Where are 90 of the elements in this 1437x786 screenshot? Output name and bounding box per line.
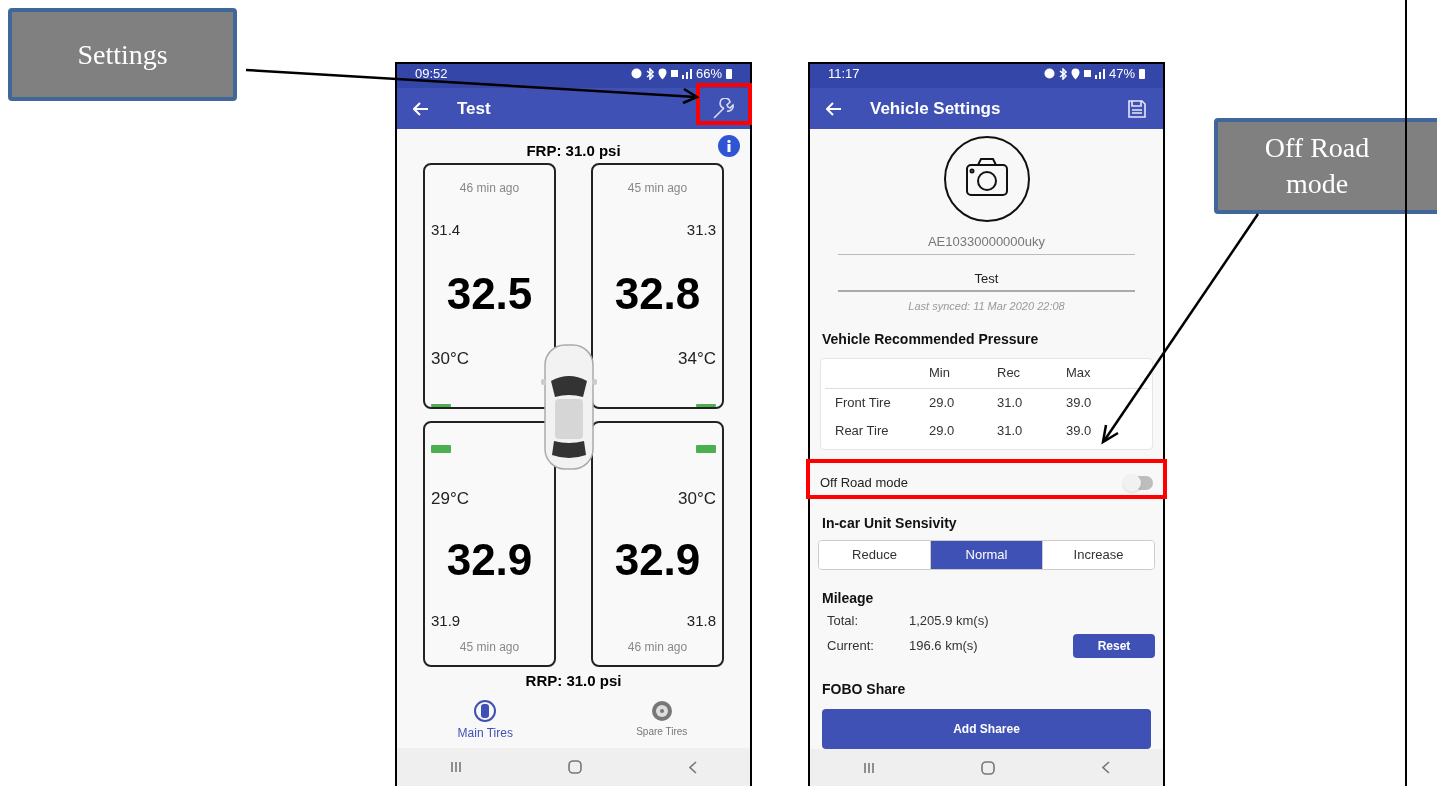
tire-pressure: 32.8 (614, 269, 701, 318)
status-time: 09:52 (415, 66, 448, 81)
add-sharee-button[interactable]: Add Sharee (822, 708, 1151, 749)
segment-option[interactable]: Reduce (819, 540, 930, 569)
updated-time: 45 min ago (627, 180, 688, 197)
section-heading: In-car Unit Sensivity (822, 513, 958, 533)
segment-option[interactable]: Normal (930, 540, 1042, 569)
row-label: Rear Tire (834, 421, 890, 440)
callout-label: Off Road mode (1214, 118, 1437, 214)
front-pressure-label: FRP: 31.0 psi (526, 141, 621, 161)
info-icon[interactable] (718, 135, 740, 157)
table-cell-text: 31.0 (997, 421, 1024, 440)
status-time: 11:17 (828, 66, 860, 81)
mileage-label: Total: (827, 612, 860, 631)
table-cell-text: 29.0 (929, 421, 956, 440)
recent-apps-icon[interactable] (450, 761, 463, 773)
reset-button[interactable]: Reset (1073, 634, 1155, 658)
nav-tab[interactable]: Spare Tires (601, 700, 722, 742)
back-icon[interactable] (1101, 761, 1110, 774)
battery-percent: 47% (1108, 66, 1135, 81)
mileage-value: 196.6 km(s) (909, 637, 979, 656)
screen-title: Vehicle Settings (870, 97, 1002, 120)
column-header: Rec (997, 364, 1022, 383)
highlight-frame (696, 83, 752, 125)
battery-icon (696, 445, 716, 453)
tire-temperature: 30°C (431, 347, 469, 370)
screen-title: Test (457, 97, 492, 120)
battery-percent: 66% (695, 66, 722, 81)
last-synced-text: Last synced: 11 Mar 2020 22:08 (907, 299, 1066, 314)
battery-icon (431, 445, 451, 453)
vehicle-name-field[interactable]: Test (838, 268, 1135, 292)
section-heading: Vehicle Recommended Pressure (822, 329, 1040, 349)
alarm-icon (1043, 68, 1055, 79)
tire-temperature: 29°C (431, 488, 469, 510)
signal-icon (1094, 68, 1105, 79)
column-header: Min (929, 364, 951, 383)
tire-reading: 31.9 (431, 610, 461, 631)
row-label: Front Tire (834, 393, 892, 412)
location-icon (1070, 67, 1080, 80)
bluetooth-icon (645, 67, 654, 80)
tire-card[interactable]: 46 min ago 31.4 32.5 30°C (423, 163, 556, 409)
tire-temperature: 30°C (678, 488, 716, 510)
alarm-icon (630, 68, 642, 79)
toggle-switch[interactable] (1125, 476, 1153, 490)
recent-apps-icon[interactable] (863, 761, 876, 774)
signal-icon (681, 68, 692, 79)
segment-option[interactable]: Increase (1042, 540, 1154, 569)
battery-icon (1139, 68, 1145, 79)
car-icon (474, 700, 497, 722)
battery-icon (696, 404, 716, 407)
updated-time: 46 min ago (459, 180, 520, 197)
tire-card[interactable]: 30°C 32.9 31.8 46 min ago (591, 421, 724, 667)
tire-pressure: 32.9 (446, 535, 533, 584)
updated-time: 46 min ago (627, 639, 688, 656)
tire-temperature: 34°C (678, 347, 716, 370)
tire-card[interactable]: 29°C 32.9 31.9 45 min ago (423, 421, 556, 667)
back-icon[interactable] (688, 760, 697, 774)
callout-label: Settings (8, 8, 237, 101)
tire-reading: 31.8 (686, 610, 716, 631)
bluetooth-icon (1058, 67, 1067, 80)
battery-icon (431, 404, 451, 407)
tire-reading: 31.3 (686, 220, 716, 240)
data-icon (1083, 70, 1091, 77)
camera-icon[interactable] (942, 135, 1031, 223)
battery-icon (726, 68, 732, 79)
setting-label: Off Road mode (820, 474, 908, 493)
column-header: Max (1066, 364, 1092, 383)
section-heading: FOBO Share (822, 679, 907, 699)
home-icon[interactable] (981, 760, 996, 775)
tire-pressure: 32.9 (614, 535, 701, 584)
tire-reading: 31.4 (431, 220, 461, 240)
table-cell-text: 39.0 (1066, 393, 1093, 412)
table-cell-text: 31.0 (997, 393, 1024, 412)
nav-tab[interactable]: Main Tires (425, 700, 546, 742)
save-icon[interactable] (1127, 98, 1147, 119)
location-icon (657, 67, 667, 80)
rear-pressure-label: RRP: 31.0 psi (525, 671, 622, 691)
tire-card[interactable]: 45 min ago 31.3 32.8 34°C (591, 163, 724, 409)
table-cell-text: 39.0 (1066, 421, 1093, 440)
updated-time: 45 min ago (459, 639, 520, 656)
mileage-value: 1,205.9 km(s) (909, 612, 990, 631)
home-icon[interactable] (568, 760, 583, 774)
section-heading: Mileage (822, 588, 875, 608)
wheel-icon (650, 700, 673, 722)
tire-pressure: 32.5 (446, 269, 533, 318)
mileage-label: Current: (827, 637, 875, 656)
data-icon (670, 70, 678, 77)
wrench-icon[interactable] (712, 97, 734, 120)
device-id-field[interactable]: AE10330000000uky (838, 232, 1135, 255)
table-cell-text: 29.0 (929, 393, 956, 412)
